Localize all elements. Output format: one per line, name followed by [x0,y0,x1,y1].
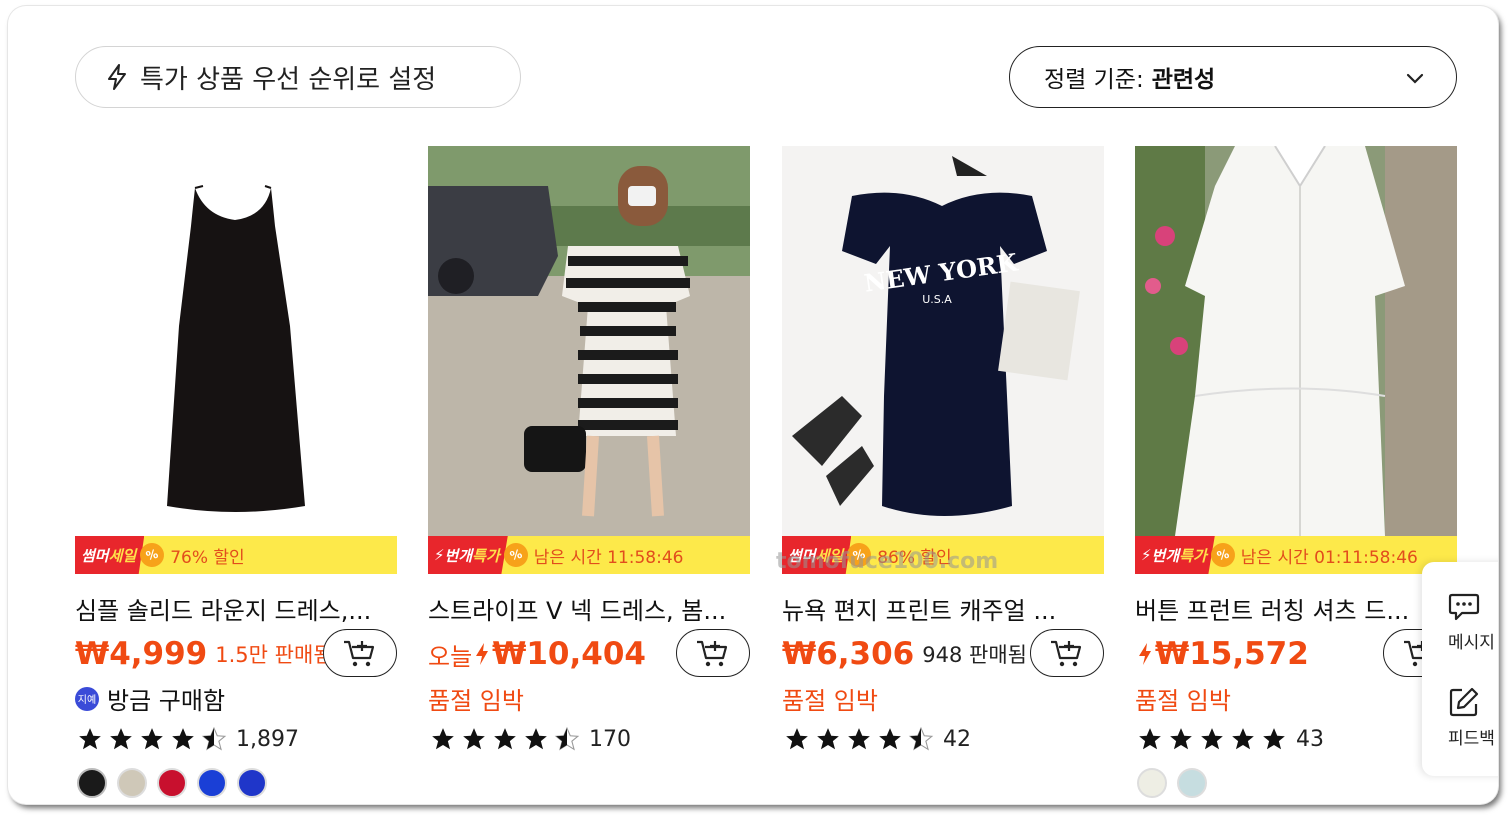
product-card[interactable]: 썸머 세일 % 76% 할인 심플 솔리드 라운지 드레스,... ₩4,999 … [75,146,397,798]
print-text-usa: U.S.A [922,293,952,306]
lightning-icon [1139,643,1151,665]
product-listing-panel: 특가 상품 우선 순위로 설정 정렬 기준: 관련성 썸머 세일 % 76% 할인… [8,6,1498,804]
star-icon [879,728,901,750]
chat-icon [1448,593,1480,621]
watermark: tomofuce100.com [776,549,999,574]
rating: 43 [1137,726,1324,752]
price-row: ₩6,306 948 판매됨 [782,629,1104,679]
star-icon [786,728,808,750]
color-swatches [77,768,267,798]
star-icon [79,728,101,750]
star-icon [172,728,194,750]
add-to-cart-button[interactable] [323,629,397,677]
star-icon [1232,728,1254,750]
half-star-icon [908,726,934,751]
sold-count: 948 판매됨 [922,643,1027,667]
product-price: ₩6,306 [782,636,915,672]
message-label: 메시지 [1448,633,1495,653]
product-image[interactable] [428,146,750,536]
star-icon [1170,728,1192,750]
promo-text: 76% 할인 [170,547,245,568]
product-title[interactable]: 버튼 프런트 러칭 셔츠 드... [1135,591,1457,626]
lightning-icon [476,643,489,665]
price-row: 오늘 ₩10,404 [428,629,750,679]
chevron-down-icon [1406,73,1424,84]
product-title[interactable]: 심플 솔리드 라운지 드레스,... [75,591,397,626]
product-price: ₩4,999 [75,636,208,672]
star-icon [110,728,132,750]
promo-bar: ⚡ 번개 특가 % 남은 시간 11:58:46 [428,536,750,574]
product-price: ₩15,572 [1155,636,1309,672]
deal-priority-button[interactable]: 특가 상품 우선 순위로 설정 [75,46,521,108]
color-swatch[interactable] [117,768,147,798]
star-icon [1201,728,1223,750]
product-image[interactable]: NEW YORK U.S.A [782,146,1104,536]
star-icon [1263,728,1285,750]
product-price: ₩10,404 [492,636,646,672]
add-to-cart-button[interactable] [1030,629,1104,677]
rating-count: 43 [1296,726,1324,752]
sort-value: 관련성 [1151,67,1216,93]
promo-tag: ⚡ 번개 특가 [1135,536,1215,574]
star-icon [141,728,163,750]
feedback-button[interactable]: 피드백 [1422,686,1498,749]
countdown-text: 남은 시간 11:58:46 [533,547,684,568]
rating-count: 1,897 [236,726,299,752]
recent-purchase: 지예 방금 구매함 [75,681,225,716]
rating-count: 170 [589,726,631,752]
price-row: ₩4,999 1.5만 판매됨 [75,629,397,679]
star-icon [432,728,454,750]
color-swatches [1137,768,1207,798]
add-to-cart-button[interactable] [676,629,750,677]
star-icon [463,728,485,750]
half-star-icon [201,726,227,751]
deal-priority-label: 특가 상품 우선 순위로 설정 [140,64,437,95]
star-icon [848,728,870,750]
color-swatch[interactable] [237,768,267,798]
feedback-label: 피드백 [1448,729,1495,749]
sort-prefix: 정렬 기준: [1044,67,1144,93]
sort-dropdown[interactable]: 정렬 기준: 관련성 [1009,46,1457,108]
price-row: ₩15,572 [1135,629,1457,679]
promo-bar: ⚡ 번개 특가 % 남은 시간 01:11:58:46 [1135,536,1457,574]
promo-bar: 썸머 세일 % 76% 할인 [75,536,397,574]
promo-tag: 썸머 세일 [75,536,145,574]
color-swatch[interactable] [1177,768,1207,798]
rating: 42 [784,726,971,752]
add-cart-icon [1051,640,1082,667]
rating: 170 [430,726,631,752]
color-swatch[interactable] [157,768,187,798]
low-stock-label: 품절 임박 [782,687,878,715]
low-stock-label: 품절 임박 [1135,687,1231,715]
star-icon [494,728,516,750]
sold-count: 1.5만 판매됨 [215,643,333,667]
rating-count: 42 [943,726,971,752]
add-cart-icon [344,640,375,667]
color-swatch[interactable] [1137,768,1167,798]
product-image[interactable] [75,146,397,536]
countdown-text: 남은 시간 01:11:58:46 [1240,547,1418,568]
rating: 1,897 [77,726,299,752]
add-cart-icon [697,640,728,667]
today-label: 오늘 [428,642,473,671]
product-card[interactable]: ⚡ 번개 특가 % 남은 시간 11:58:46 스트라이프 V 넥 드레스, 봄.… [428,146,750,752]
product-image[interactable] [1135,146,1457,536]
product-card[interactable]: ⚡ 번개 특가 % 남은 시간 01:11:58:46 버튼 프런트 러칭 셔츠 드… [1135,146,1457,798]
floating-side-panel: 메시지 피드백 [1422,562,1498,776]
star-icon [817,728,839,750]
star-icon [1139,728,1161,750]
promo-tag: ⚡ 번개 특가 [428,536,508,574]
color-swatch[interactable] [77,768,107,798]
lightning-icon [108,64,126,90]
low-stock-label: 품절 임박 [428,687,524,715]
edit-icon [1449,687,1479,717]
product-title[interactable]: 스트라이프 V 넥 드레스, 봄... [428,591,750,626]
color-swatch[interactable] [197,768,227,798]
buyer-avatar-icon: 지예 [75,686,99,711]
half-star-icon [554,726,580,751]
product-title[interactable]: 뉴욕 편지 프린트 캐주얼 ... [782,591,1104,626]
message-button[interactable]: 메시지 [1422,592,1498,653]
product-card[interactable]: NEW YORK U.S.A 썸머 세일 % 86% 할인 뉴욕 편지 프린트 캐… [782,146,1104,752]
star-icon [525,728,547,750]
